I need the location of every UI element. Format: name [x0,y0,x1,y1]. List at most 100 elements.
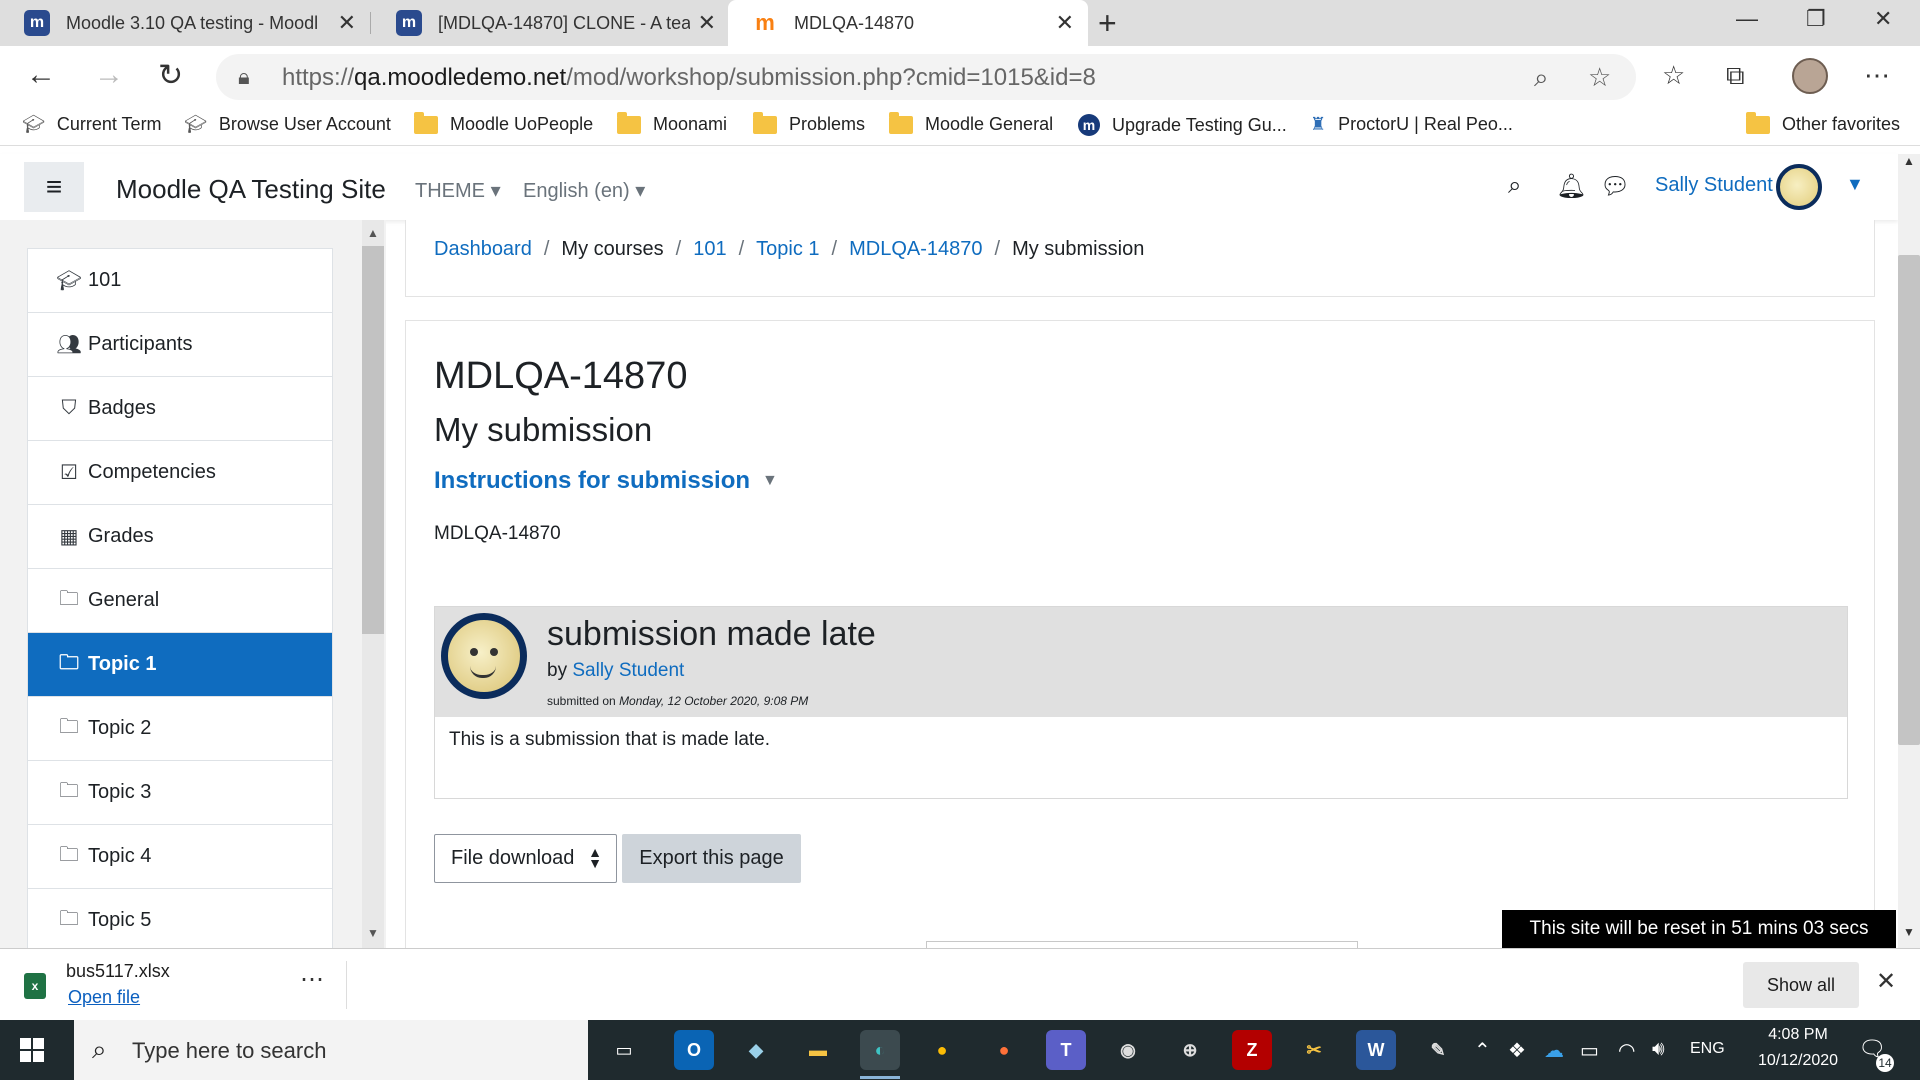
show-all-button[interactable]: Show all [1743,962,1859,1008]
drawer-item-101[interactable]: 🎓︎ 101 [28,249,332,313]
search-icon[interactable]: ⌕ [1508,172,1521,200]
edge-icon[interactable]: ◐ [860,1030,900,1070]
scroll-down-arrow-icon[interactable]: ▼ [362,926,384,940]
tools-icon[interactable]: ✂ [1294,1030,1334,1070]
wifi-icon[interactable]: ◠ [1618,1038,1635,1063]
scroll-down-arrow-icon[interactable]: ▼ [1898,925,1920,945]
lock-icon[interactable]: 🔒︎ [238,64,250,90]
scroll-up-arrow-icon[interactable]: ▲ [1898,154,1920,174]
back-arrow-icon[interactable]: ← [26,58,56,92]
browser-tab-3-active[interactable]: m MDLQA-14870 ✕ [728,0,1088,46]
drawer-scrollbar-thumb[interactable] [362,246,384,634]
drawer-item-badges[interactable]: ⛉ Badges [28,377,332,441]
zoom-icon[interactable]: ⌕ [1534,62,1549,94]
battery-icon[interactable]: ▭ [1580,1038,1599,1063]
instructions-toggle[interactable]: Instructions for submission ▼ [434,467,778,495]
page-scrollbar-thumb[interactable] [1898,255,1920,745]
user-menu-name[interactable]: Sally Student [1655,174,1773,197]
profile-avatar[interactable] [1792,58,1828,94]
forward-arrow-icon[interactable]: → [94,58,124,92]
drawer-item-participants[interactable]: 👥︎ Participants [28,313,332,377]
address-bar[interactable]: 🔒︎ https://qa.moodledemo.net/mod/worksho… [216,54,1636,100]
restore-icon[interactable]: ❐ [1806,6,1826,32]
close-icon[interactable]: ✕ [1056,10,1074,36]
notification-count-badge: 14 [1876,1054,1894,1072]
bookmark-current-term[interactable]: 🎓︎ Current Term [22,114,162,135]
star-icon[interactable]: ☆ [1588,62,1611,93]
export-this-page-button[interactable]: Export this page [622,834,801,883]
dropbox-icon[interactable]: ❖ [1508,1038,1526,1063]
media-player-icon[interactable]: ◉ [1108,1030,1148,1070]
windows-start-icon[interactable] [20,1038,44,1062]
chat-icon[interactable]: 💬︎ [1600,172,1630,201]
drawer-item-competencies[interactable]: ☑ Competencies [28,441,332,505]
outlook-icon[interactable]: O [674,1030,714,1070]
close-icon[interactable]: ✕ [1876,967,1896,996]
caret-down-icon: ▾ [490,180,501,202]
tab-separator [370,12,371,34]
language-menu[interactable]: English (en) ▾ [523,178,645,203]
file-explorer-icon[interactable]: ▬ [798,1030,838,1070]
user-avatar[interactable] [1776,164,1822,210]
clock-time[interactable]: 4:08 PM [1752,1026,1844,1044]
scroll-up-arrow-icon[interactable]: ▲ [362,226,384,240]
language-indicator[interactable]: ENG [1690,1040,1725,1058]
favorites-icon[interactable]: ☆ [1662,60,1685,91]
word-icon[interactable]: W [1356,1030,1396,1070]
drawer-item-topic-3[interactable]: 🗀 Topic 3 [28,761,332,825]
collections-icon[interactable]: ⧉ [1726,60,1745,92]
close-icon[interactable]: ✕ [698,10,716,36]
teams-icon[interactable]: T [1046,1030,1086,1070]
open-file-link[interactable]: Open file [68,987,140,1008]
firefox-icon[interactable]: ● [984,1030,1024,1070]
hamburger-menu-icon[interactable]: ≡ [24,162,84,212]
chrome-icon[interactable]: ● [922,1030,962,1070]
bell-icon[interactable]: 🔔︎ [1556,172,1586,201]
drawer-item-topic-1[interactable]: 🗀 Topic 1 [28,633,332,697]
bookmark-proctoru[interactable]: ♜ ProctorU | Real Peo... [1310,114,1513,135]
lock-app-icon[interactable]: ⊕ [1170,1030,1210,1070]
drawer-item-general[interactable]: 🗀 General [28,569,332,633]
taskbar-search[interactable]: ⌕ Type here to search [74,1020,588,1080]
breadcrumb-course-101[interactable]: 101 [693,238,726,261]
browser-tab-2[interactable]: m [MDLQA-14870] CLONE - A teac ✕ [372,0,730,46]
bookmark-upgrade-testing[interactable]: m Upgrade Testing Gu... [1078,114,1287,136]
breadcrumb-topic-1[interactable]: Topic 1 [756,238,819,261]
window-close-icon[interactable]: ✕ [1874,6,1892,32]
onedrive-icon[interactable]: ☁ [1544,1038,1564,1063]
browser-tab-1[interactable]: m Moodle 3.10 QA testing - Moodl ✕ [0,0,370,46]
close-icon[interactable]: ✕ [338,10,356,36]
paint-icon[interactable]: ✎ [1418,1030,1458,1070]
more-menu-icon[interactable]: ⋯ [1864,60,1890,91]
task-view-icon[interactable]: ▭ [604,1030,644,1070]
minimize-icon[interactable]: — [1736,6,1758,32]
drawer-item-topic-5[interactable]: 🗀 Topic 5 [28,889,332,948]
drawer-item-grades[interactable]: ▦ Grades [28,505,332,569]
theme-menu[interactable]: THEME ▾ [415,178,501,203]
export-format-select[interactable]: File download ▲ ▼ [434,834,617,883]
refresh-icon[interactable]: ↻ [158,58,183,93]
bookmark-moodle-general[interactable]: Moodle General [889,111,1053,135]
clock-date[interactable]: 10/12/2020 [1742,1052,1854,1070]
bookmark-other-favorites[interactable]: Other favorites [1746,111,1900,135]
breadcrumb-activity[interactable]: MDLQA-14870 [849,238,982,261]
bookmark-moodle-uopeople[interactable]: Moodle UoPeople [414,111,593,135]
more-options-icon[interactable]: ⋯ [300,965,324,994]
notepad-icon[interactable]: ◆ [736,1030,776,1070]
drawer-item-topic-2[interactable]: 🗀 Topic 2 [28,697,332,761]
caret-down-icon[interactable]: ▼ [1846,174,1864,195]
chevron-up-icon[interactable]: ⌃ [1474,1038,1491,1063]
bookmark-problems[interactable]: Problems [753,111,865,135]
site-name[interactable]: Moodle QA Testing Site [116,174,386,205]
volume-icon[interactable]: 🔊︎ [1652,1038,1665,1061]
download-filename[interactable]: bus5117.xlsx [66,961,170,982]
author-link[interactable]: Sally Student [572,660,684,681]
filezilla-icon[interactable]: Z [1232,1030,1272,1070]
bookmark-moonami[interactable]: Moonami [617,111,727,135]
taskbar-search-placeholder: Type here to search [132,1038,327,1063]
bookmark-browse-user-account[interactable]: 🎓︎ Browse User Account [184,114,391,135]
drawer-item-topic-4[interactable]: 🗀 Topic 4 [28,825,332,889]
new-tab-icon[interactable]: + [1098,5,1117,42]
breadcrumb-dashboard[interactable]: Dashboard [434,238,532,261]
url-text[interactable]: https://qa.moodledemo.net/mod/workshop/s… [282,64,1096,92]
